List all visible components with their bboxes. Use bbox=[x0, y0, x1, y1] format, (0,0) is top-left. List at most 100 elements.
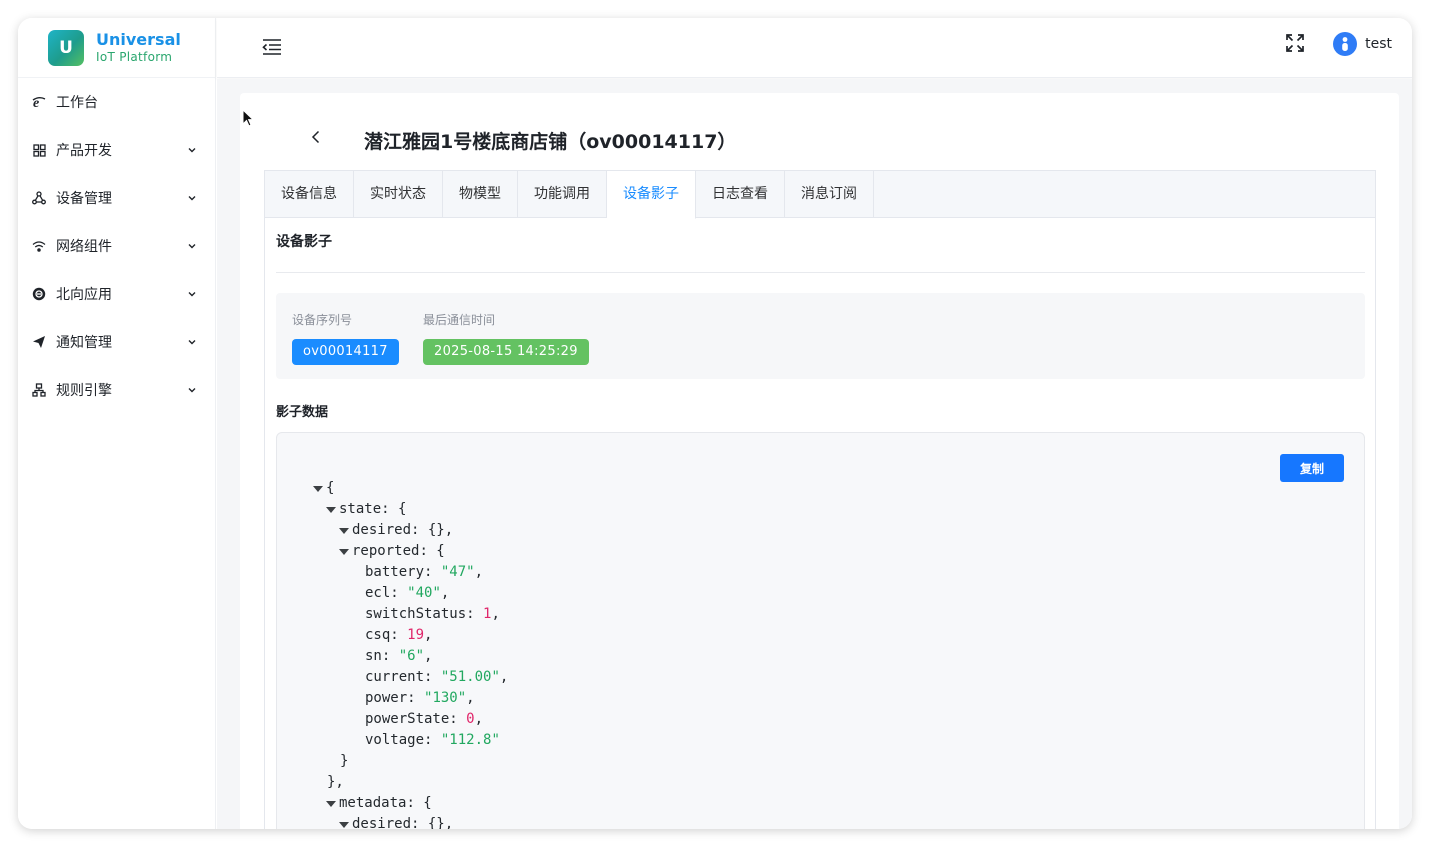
json-tree: { state: { desired: {}, reported: { batt… bbox=[313, 478, 508, 829]
tabs-container: 设备信息 实时状态 物模型 功能调用 设备影子 日志查看 消息订阅 设备影子 设… bbox=[264, 170, 1376, 829]
sidebar: U Universal IoT Platform e 工作台 产品开发 设备管理… bbox=[18, 18, 216, 829]
tab-device-shadow[interactable]: 设备影子 bbox=[607, 171, 696, 219]
sidebar-item-device-mgmt[interactable]: 设备管理 bbox=[18, 174, 215, 222]
json-line: { bbox=[313, 478, 508, 499]
sidebar-item-label: 通知管理 bbox=[56, 335, 112, 351]
json-line: }, bbox=[327, 774, 344, 790]
tab-logs[interactable]: 日志查看 bbox=[696, 171, 785, 218]
json-key: state bbox=[339, 501, 382, 517]
tab-message-subscribe[interactable]: 消息订阅 bbox=[785, 171, 874, 218]
json-value: "130" bbox=[424, 690, 467, 706]
send-icon bbox=[32, 335, 46, 349]
user-menu[interactable]: test bbox=[1333, 32, 1392, 56]
copy-button[interactable]: 复制 bbox=[1280, 454, 1344, 482]
json-line: state: { bbox=[313, 499, 508, 520]
brand-subtitle: IoT Platform bbox=[96, 49, 173, 64]
json-value: 19 bbox=[407, 627, 425, 643]
tab-function-call[interactable]: 功能调用 bbox=[518, 171, 607, 218]
app-icon bbox=[32, 287, 46, 301]
top-header: test bbox=[217, 18, 1412, 78]
collapse-triangle-icon[interactable] bbox=[313, 485, 323, 492]
json-key: desired bbox=[352, 522, 412, 538]
serial-tag: ov00014117 bbox=[292, 339, 399, 365]
json-line: powerState: 0, bbox=[313, 709, 508, 730]
json-viewer: 复制 { state: { desired: {}, reported: { b… bbox=[276, 432, 1365, 829]
main-content: 潜江雅园1号楼底商店铺（ov00014117） 设备信息 实时状态 物模型 功能… bbox=[217, 79, 1412, 829]
json-value: 0 bbox=[466, 711, 475, 727]
collapse-triangle-icon[interactable] bbox=[339, 821, 349, 828]
serial-label: 设备序列号 bbox=[292, 313, 353, 327]
menu-collapse-icon[interactable] bbox=[261, 36, 283, 58]
sidebar-item-northbound[interactable]: 北向应用 bbox=[18, 270, 215, 318]
sidebar-item-label: 北向应用 bbox=[56, 287, 112, 303]
device-detail-card: 潜江雅园1号楼底商店铺（ov00014117） 设备信息 实时状态 物模型 功能… bbox=[240, 93, 1399, 829]
wifi-icon bbox=[32, 239, 46, 253]
json-key: csq bbox=[365, 627, 391, 643]
chevron-down-icon bbox=[187, 145, 197, 155]
json-key: power bbox=[365, 690, 408, 706]
ie-icon: e bbox=[32, 95, 46, 109]
serial-field: 设备序列号 ov00014117 bbox=[292, 311, 399, 365]
json-line: battery: "47", bbox=[313, 562, 508, 583]
collapse-triangle-icon[interactable] bbox=[339, 527, 349, 534]
json-line: reported: { bbox=[313, 541, 508, 562]
sidebar-item-workbench[interactable]: e 工作台 bbox=[18, 78, 215, 126]
shadow-data-title: 影子数据 bbox=[276, 405, 329, 420]
page-title: 潜江雅园1号楼底商店铺（ov00014117） bbox=[364, 131, 737, 153]
sidebar-item-network[interactable]: 网络组件 bbox=[18, 222, 215, 270]
sidebar-item-notify[interactable]: 通知管理 bbox=[18, 318, 215, 366]
json-line: sn: "6", bbox=[313, 646, 508, 667]
json-value: "51.00" bbox=[440, 669, 500, 685]
sidebar-item-label: 产品开发 bbox=[56, 143, 112, 159]
json-value: "6" bbox=[398, 648, 425, 664]
json-line: csq: 19, bbox=[313, 625, 508, 646]
sidebar-item-label: 网络组件 bbox=[56, 239, 112, 255]
json-value: "40" bbox=[407, 585, 441, 601]
sidebar-item-label: 规则引擎 bbox=[56, 383, 112, 399]
json-key: desired bbox=[352, 816, 412, 829]
json-key: battery bbox=[365, 564, 425, 580]
grid-icon bbox=[32, 143, 46, 157]
json-key: current bbox=[365, 669, 425, 685]
sidebar-item-product-dev[interactable]: 产品开发 bbox=[18, 126, 215, 174]
sidebar-item-rule-engine[interactable]: 规则引擎 bbox=[18, 366, 215, 414]
sidebar-item-label: 工作台 bbox=[56, 95, 98, 111]
last-comm-field: 最后通信时间 2025-08-15 14:25:29 bbox=[423, 311, 589, 365]
collapse-triangle-icon[interactable] bbox=[326, 800, 336, 807]
tab-bar: 设备信息 实时状态 物模型 功能调用 设备影子 日志查看 消息订阅 bbox=[265, 171, 1375, 219]
json-value: 1 bbox=[483, 606, 492, 622]
json-line: metadata: { bbox=[313, 793, 508, 814]
sidebar-menu: e 工作台 产品开发 设备管理 网络组件 北向应用 通知管理 规则引擎 bbox=[18, 78, 215, 414]
json-line: voltage: "112.8" bbox=[313, 730, 508, 751]
tab-thing-model[interactable]: 物模型 bbox=[443, 171, 518, 218]
json-key: voltage bbox=[365, 732, 425, 748]
tab-device-info[interactable]: 设备信息 bbox=[265, 171, 354, 218]
json-value: "47" bbox=[440, 564, 475, 580]
json-line: } bbox=[340, 753, 349, 769]
app-window: U Universal IoT Platform e 工作台 产品开发 设备管理… bbox=[18, 18, 1412, 829]
json-key: metadata bbox=[339, 795, 407, 811]
device-info-panel: 设备序列号 ov00014117 最后通信时间 2025-08-15 14:25… bbox=[276, 293, 1365, 379]
section-title: 设备影子 bbox=[276, 234, 332, 250]
chevron-down-icon bbox=[187, 241, 197, 251]
collapse-triangle-icon[interactable] bbox=[339, 548, 349, 555]
json-key: reported bbox=[352, 543, 420, 559]
brand[interactable]: U Universal IoT Platform bbox=[18, 18, 215, 78]
chevron-down-icon bbox=[187, 289, 197, 299]
collapse-triangle-icon[interactable] bbox=[326, 506, 336, 513]
nodes-icon bbox=[32, 191, 46, 205]
tab-realtime-status[interactable]: 实时状态 bbox=[354, 171, 443, 218]
json-line: desired: {}, bbox=[313, 520, 508, 541]
chevron-down-icon bbox=[187, 193, 197, 203]
last-comm-tag: 2025-08-15 14:25:29 bbox=[423, 339, 589, 365]
avatar bbox=[1333, 32, 1358, 56]
json-key: powerState bbox=[365, 711, 450, 727]
divider bbox=[276, 272, 1365, 273]
chevron-down-icon bbox=[187, 337, 197, 347]
json-line: power: "130", bbox=[313, 688, 508, 709]
fullscreen-icon[interactable] bbox=[1286, 34, 1304, 52]
back-icon[interactable] bbox=[308, 129, 324, 145]
user-name: test bbox=[1365, 36, 1392, 52]
json-line: desired: {}, bbox=[313, 814, 508, 829]
json-value: "112.8" bbox=[440, 732, 500, 748]
